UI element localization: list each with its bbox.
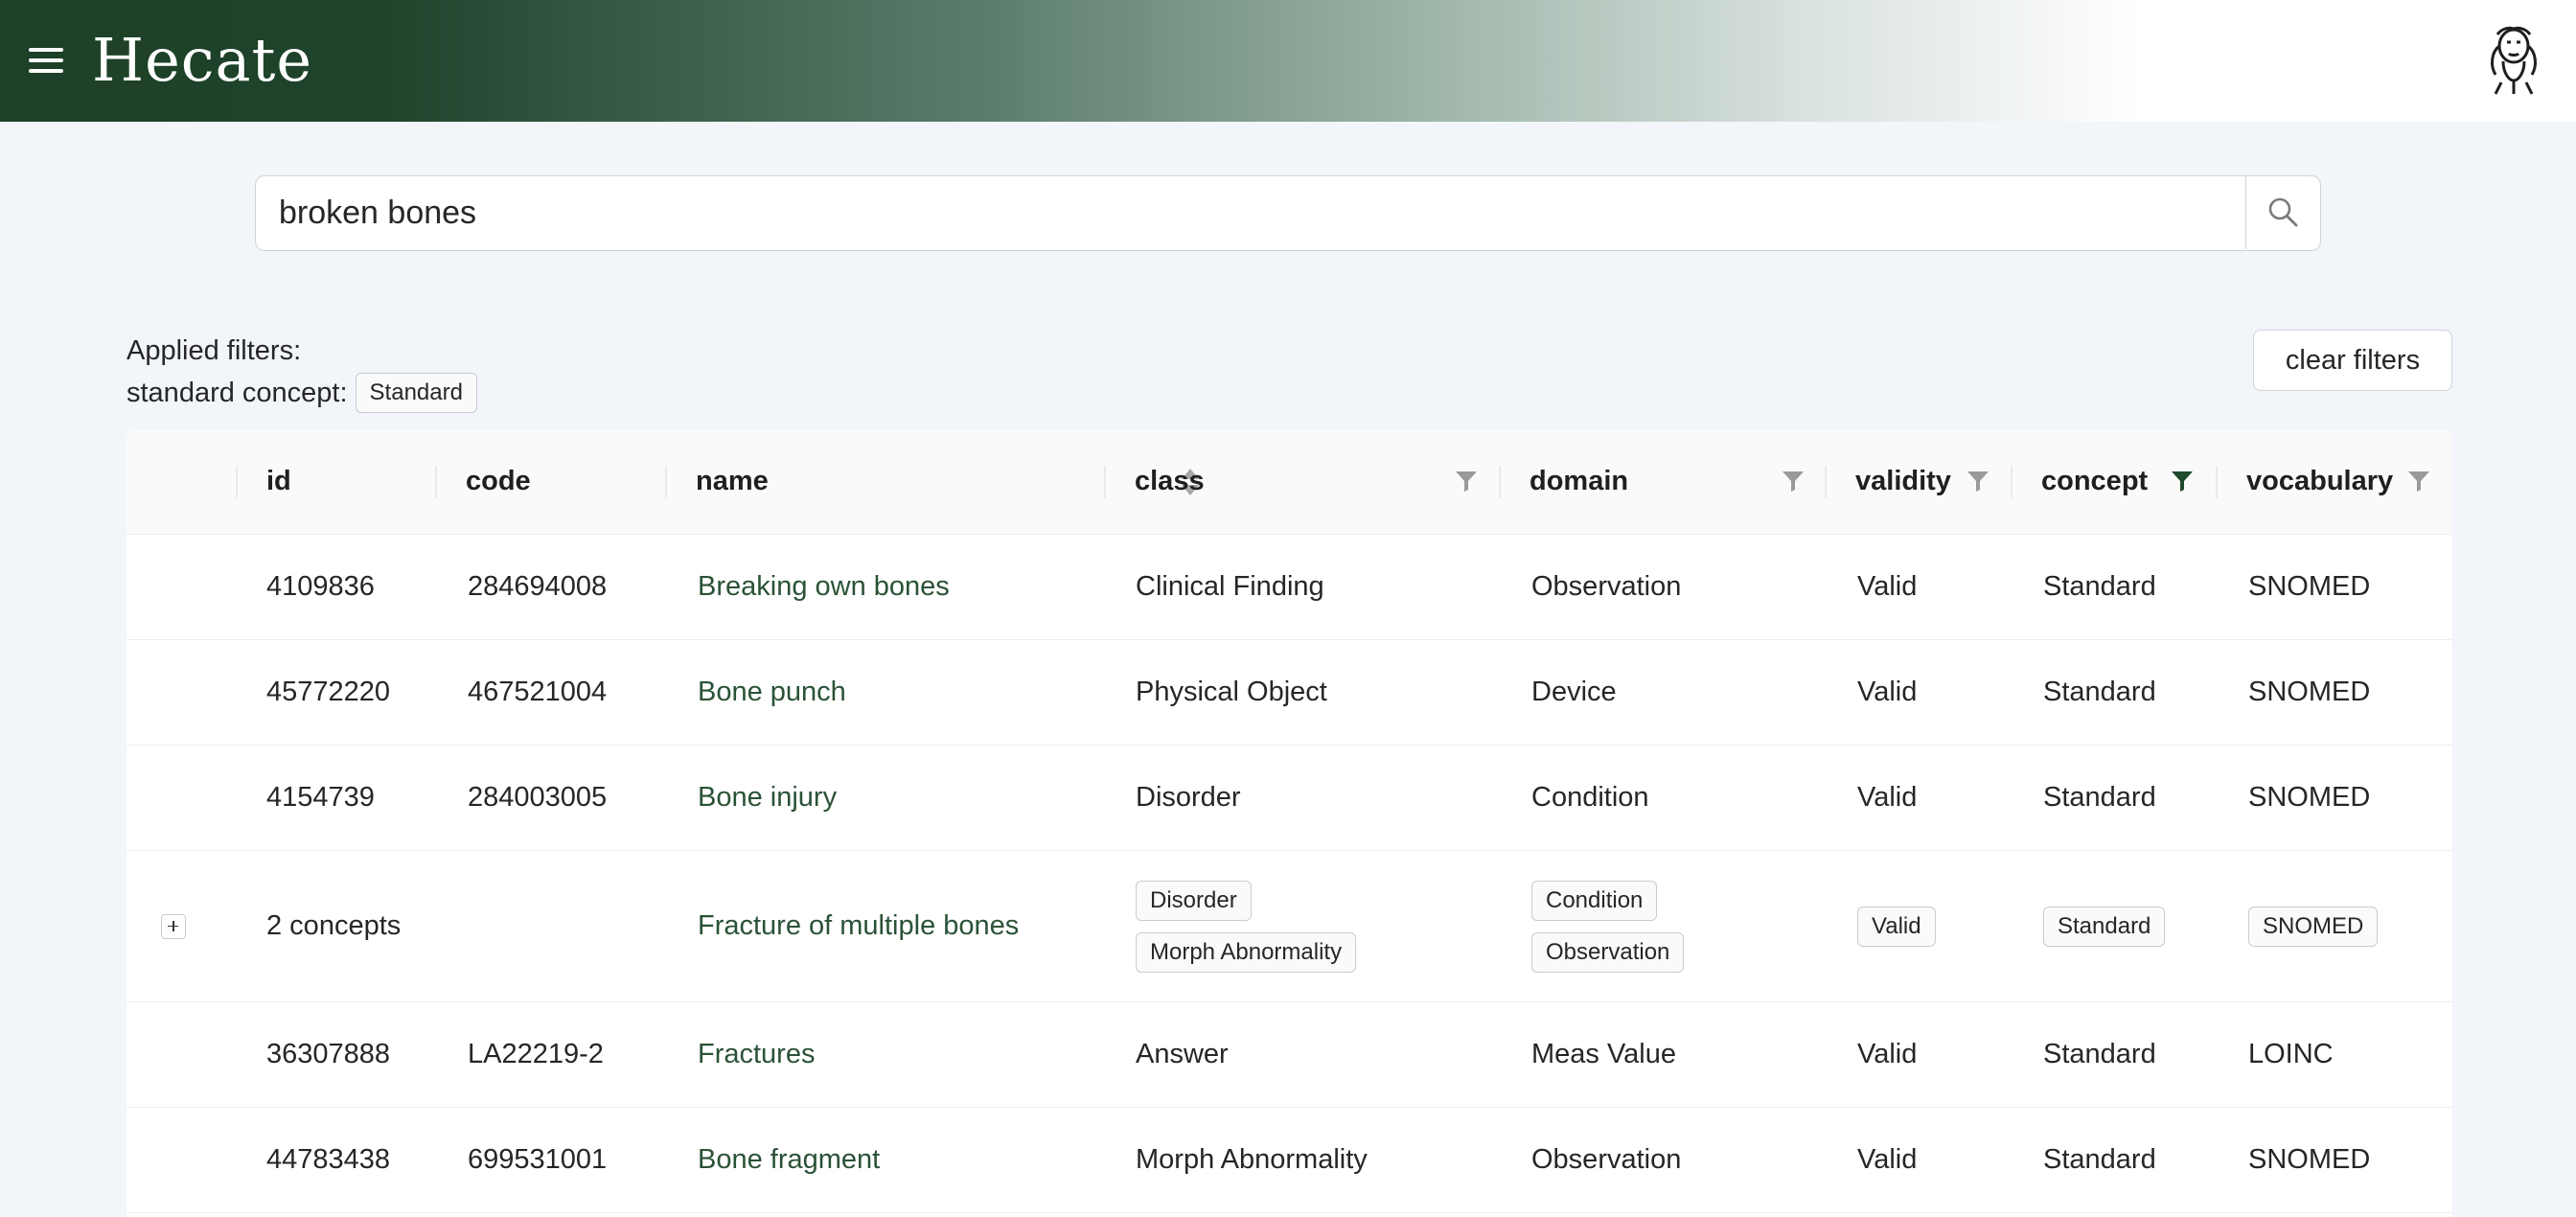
column-header-vocabulary: vocabulary [2216, 429, 2452, 534]
filter-key: standard concept: [126, 377, 348, 408]
cell-class: Morph Abnormality [1136, 1144, 1368, 1175]
cell-id: 45772220 [266, 677, 391, 707]
applied-filter: standard concept: Standard [126, 372, 477, 414]
hecate-logo-icon[interactable] [2484, 23, 2543, 96]
cell-name-link[interactable]: Fracture of multiple bones [698, 851, 1019, 1001]
search-input[interactable] [256, 176, 2246, 249]
app-header: Hecate [0, 0, 2576, 122]
validity-tag: Valid [1857, 906, 1936, 947]
cell-vocabulary: SNOMED [2248, 677, 2371, 707]
active-filter-icon[interactable] [2171, 470, 2194, 493]
filter-icon[interactable] [2407, 470, 2430, 493]
cell-name-link[interactable]: Bone fragment [698, 1108, 880, 1212]
cell-name-link[interactable]: Bone punch [698, 640, 846, 745]
table-row[interactable]: 44783438 699531001 Bone fragment Morph A… [126, 1108, 2452, 1213]
concepts-table: id code name class domain validity conce… [126, 429, 2452, 1217]
column-header-class: class [1104, 429, 1499, 534]
column-header-validity: validity [1825, 429, 2011, 534]
cell-id: 2 concepts [266, 910, 402, 941]
filter-value-tag[interactable]: Standard [355, 373, 477, 413]
cell-concept: Standard [2043, 782, 2156, 813]
filter-icon[interactable] [1455, 470, 1478, 493]
search-bar [255, 175, 2321, 251]
cell-code: 284694008 [468, 571, 608, 602]
filter-icon[interactable] [1782, 470, 1805, 493]
cell-class: Disorder [1136, 782, 1241, 813]
cell-name-link[interactable]: Breaking own bones [698, 535, 950, 639]
cell-concept: Standard [2043, 677, 2156, 707]
cell-id: 4154739 [266, 782, 375, 813]
cell-domain: Device [1531, 677, 1617, 707]
domain-tag: Observation [1531, 931, 1685, 973]
cell-validity: Valid [1857, 851, 1936, 1001]
cell-vocabulary: LOINC [2248, 1039, 2334, 1069]
cell-code: LA22219-2 [468, 1039, 604, 1069]
cell-vocabulary: SNOMED [2248, 1144, 2371, 1175]
cell-code: 699531001 [468, 1144, 608, 1175]
table-row[interactable]: 4109836 284694008 Breaking own bones Cli… [126, 535, 2452, 640]
cell-class: Disorder Morph Abnormality [1136, 851, 1357, 1001]
cell-class: Clinical Finding [1136, 571, 1324, 602]
cell-class: Answer [1136, 1039, 1229, 1069]
cell-vocabulary: SNOMED [2248, 782, 2371, 813]
column-header-domain: domain [1499, 429, 1825, 534]
cell-domain: Condition Observation [1531, 851, 1685, 1001]
clear-filters-button[interactable]: clear filters [2253, 330, 2452, 391]
column-header-id: id [236, 429, 435, 534]
cell-domain: Observation [1531, 571, 1682, 602]
applied-filters-label: Applied filters: [126, 335, 302, 366]
class-tag: Disorder [1136, 880, 1252, 921]
table-row-group[interactable]: 2 concepts Fracture of multiple bones Di… [126, 851, 2452, 1002]
cell-id: 44783438 [266, 1144, 391, 1175]
cell-id: 36307888 [266, 1039, 391, 1069]
cell-class: Physical Object [1136, 677, 1327, 707]
cell-id: 4109836 [266, 571, 375, 602]
cell-concept: Standard [2043, 571, 2156, 602]
column-header-concept: concept [2011, 429, 2216, 534]
cell-validity: Valid [1857, 1039, 1918, 1069]
column-header-code: code [435, 429, 665, 534]
column-header-name[interactable]: name [665, 429, 1199, 534]
cell-domain: Condition [1531, 782, 1649, 813]
concept-tag: Standard [2043, 906, 2166, 947]
search-button[interactable] [2245, 176, 2320, 249]
table-row[interactable]: 45772220 467521004 Bone punch Physical O… [126, 640, 2452, 746]
filter-icon[interactable] [1966, 470, 1990, 493]
cell-domain: Observation [1531, 1144, 1682, 1175]
cell-concept: Standard [2043, 851, 2166, 1001]
cell-domain: Meas Value [1531, 1039, 1676, 1069]
table-row[interactable]: 4154739 284003005 Bone injury Disorder C… [126, 746, 2452, 851]
cell-vocabulary: SNOMED [2248, 851, 2379, 1001]
class-tag: Morph Abnormality [1136, 931, 1357, 973]
cell-name-link[interactable]: Fractures [698, 1002, 815, 1107]
cell-concept: Standard [2043, 1144, 2156, 1175]
vocabulary-tag: SNOMED [2248, 906, 2379, 947]
cell-validity: Valid [1857, 782, 1918, 813]
cell-validity: Valid [1857, 1144, 1918, 1175]
cell-vocabulary: SNOMED [2248, 571, 2371, 602]
hamburger-menu-icon[interactable] [27, 42, 65, 80]
table-header: id code name class domain validity conce… [126, 429, 2452, 535]
table-row[interactable]: 36307888 LA22219-2 Fractures Answer Meas… [126, 1002, 2452, 1108]
expand-row-icon[interactable] [161, 913, 186, 939]
cell-validity: Valid [1857, 677, 1918, 707]
cell-concept: Standard [2043, 1039, 2156, 1069]
cell-validity: Valid [1857, 571, 1918, 602]
cell-code: 467521004 [468, 677, 608, 707]
search-icon [2268, 197, 2298, 227]
domain-tag: Condition [1531, 880, 1658, 921]
cell-code: 284003005 [468, 782, 608, 813]
app-title: Hecate [92, 25, 313, 95]
expand-cell [126, 851, 232, 1001]
cell-name-link[interactable]: Bone injury [698, 746, 837, 850]
